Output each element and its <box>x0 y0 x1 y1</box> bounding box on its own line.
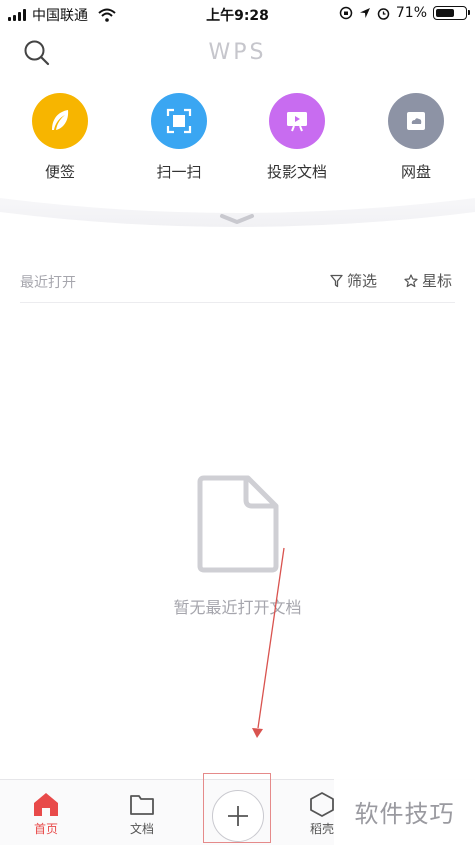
filter-icon <box>330 274 343 287</box>
empty-document-icon <box>197 475 279 573</box>
tool-scan-circle[interactable] <box>151 93 207 149</box>
folder-icon <box>130 795 154 815</box>
shell-icon <box>310 792 334 817</box>
empty-state-text: 暂无最近打开文档 <box>173 598 302 617</box>
home-icon <box>34 793 58 816</box>
star-label: 星标 <box>422 272 453 290</box>
alarm-icon <box>377 7 390 20</box>
wps-logo: WPS <box>208 40 267 65</box>
quick-tools: 便签 扫一扫 投影文档 网盘 <box>0 93 475 193</box>
tool-scan-label: 扫一扫 <box>156 163 202 181</box>
tool-cloud-drive-circle[interactable] <box>388 93 444 149</box>
nav-home-label: 首页 <box>33 822 58 836</box>
projector-icon <box>287 112 307 132</box>
nav-home[interactable]: 首页 <box>16 790 76 837</box>
status-bar: 中国联通 上午9:28 71% <box>0 0 475 28</box>
rotation-lock-icon <box>339 6 353 20</box>
tool-scan[interactable]: 扫一扫 <box>124 93 234 182</box>
collapse-handle[interactable] <box>0 198 475 250</box>
app-header: WPS <box>0 28 475 80</box>
location-icon <box>359 8 370 18</box>
wps-home-screen: 中国联通 上午9:28 71% WPS 便签 扫一扫 投影文档 网盘 最近打开 … <box>0 0 475 845</box>
tool-projection-label: 投影文档 <box>266 163 327 181</box>
recent-title: 最近打开 <box>20 275 76 291</box>
star-icon <box>404 273 418 287</box>
battery-icon <box>433 6 470 20</box>
scan-icon <box>166 108 192 134</box>
tool-projection-circle[interactable] <box>269 93 325 149</box>
status-right: 71% <box>339 5 470 21</box>
battery-fill <box>436 9 454 17</box>
cloud-drive-icon <box>407 112 425 130</box>
filter-button[interactable]: 筛选 <box>330 270 377 291</box>
battery-percent: 71% <box>395 5 427 21</box>
star-button[interactable]: 星标 <box>404 270 452 291</box>
nav-documents-label: 文档 <box>129 822 154 836</box>
filter-label: 筛选 <box>347 272 378 290</box>
tool-notes[interactable]: 便签 <box>5 93 115 182</box>
watermark: 软件技巧 <box>334 778 475 845</box>
tool-notes-label: 便签 <box>44 163 75 181</box>
highlight-box <box>203 773 271 843</box>
feather-icon <box>52 110 69 130</box>
tool-cloud-drive[interactable]: 网盘 <box>361 93 471 182</box>
tool-projection[interactable]: 投影文档 <box>242 93 352 182</box>
nav-documents[interactable]: 文档 <box>112 790 172 837</box>
divider <box>20 302 455 303</box>
recent-bar: 最近打开 筛选 星标 <box>0 262 475 302</box>
tool-cloud-drive-label: 网盘 <box>400 163 431 181</box>
tool-notes-circle[interactable] <box>32 93 88 149</box>
